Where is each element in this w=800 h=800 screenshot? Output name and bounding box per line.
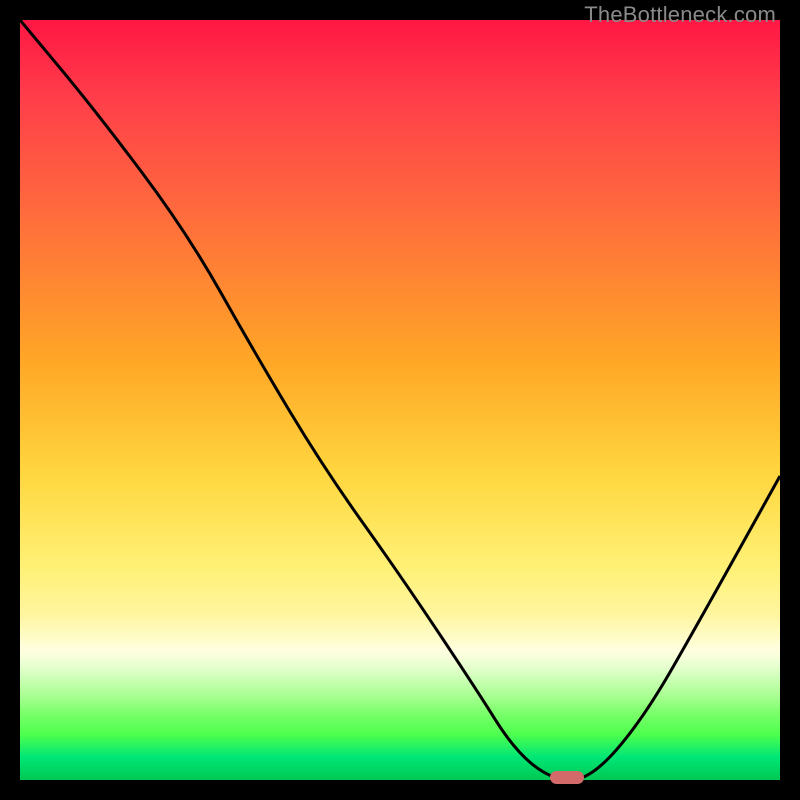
- optimal-marker: [550, 771, 584, 784]
- bottleneck-curve: [20, 20, 780, 780]
- curve-path: [20, 20, 780, 780]
- plot-area: [20, 20, 780, 780]
- chart-canvas: TheBottleneck.com: [0, 0, 800, 800]
- watermark-text: TheBottleneck.com: [584, 2, 776, 28]
